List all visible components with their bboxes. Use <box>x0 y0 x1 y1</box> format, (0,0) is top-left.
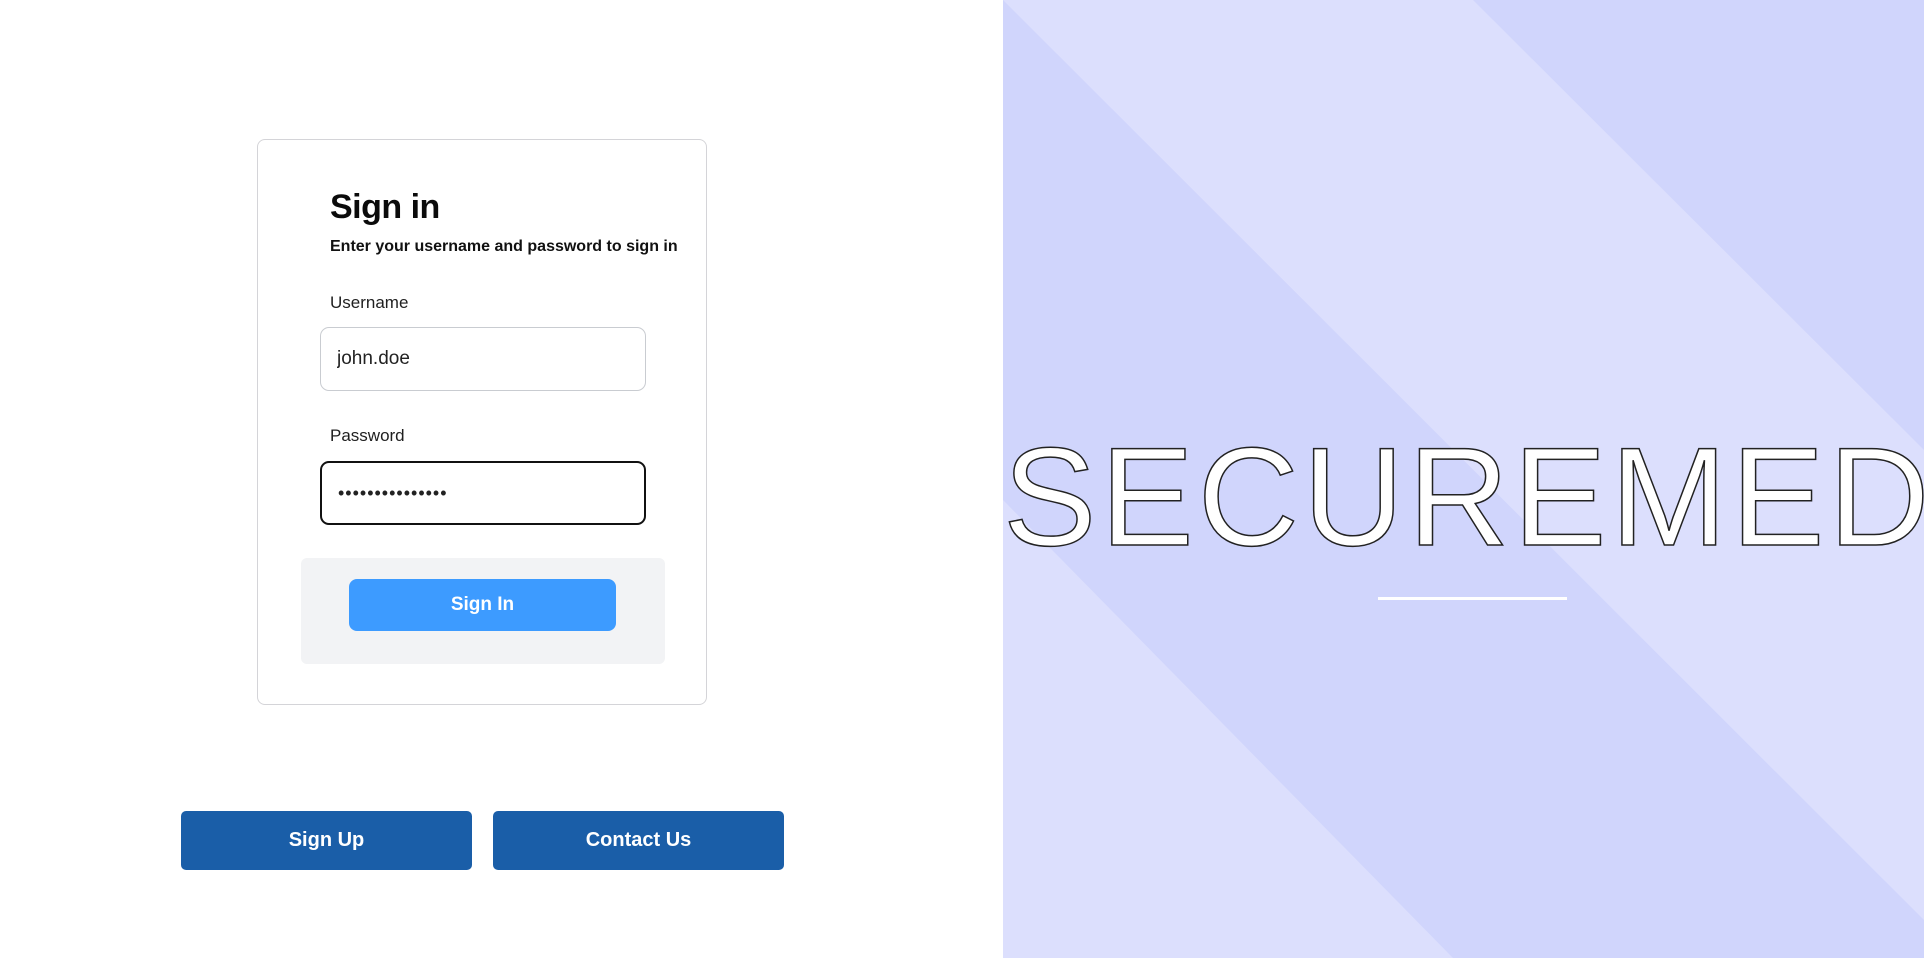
username-field[interactable] <box>320 327 646 391</box>
password-label: Password <box>330 426 405 445</box>
password-field[interactable] <box>320 461 646 525</box>
login-pane: Sign in Enter your username and password… <box>0 0 1003 958</box>
submit-area: Sign In <box>301 558 665 664</box>
brand-panel: SECUREMED <box>1003 0 1924 958</box>
page-title: Sign in <box>330 188 440 226</box>
sign-in-subtitle: Enter your username and password to sign… <box>330 238 678 255</box>
sign-in-card: Sign in Enter your username and password… <box>257 139 707 705</box>
brand-underline <box>1378 597 1567 600</box>
sign-up-button[interactable]: Sign Up <box>181 811 472 870</box>
background-stripe-corner <box>1473 0 1924 450</box>
contact-us-button[interactable]: Contact Us <box>493 811 784 870</box>
sign-in-button[interactable]: Sign In <box>349 579 616 631</box>
username-label: Username <box>330 293 409 312</box>
brand-logo-text: SECUREMED <box>1003 418 1924 575</box>
